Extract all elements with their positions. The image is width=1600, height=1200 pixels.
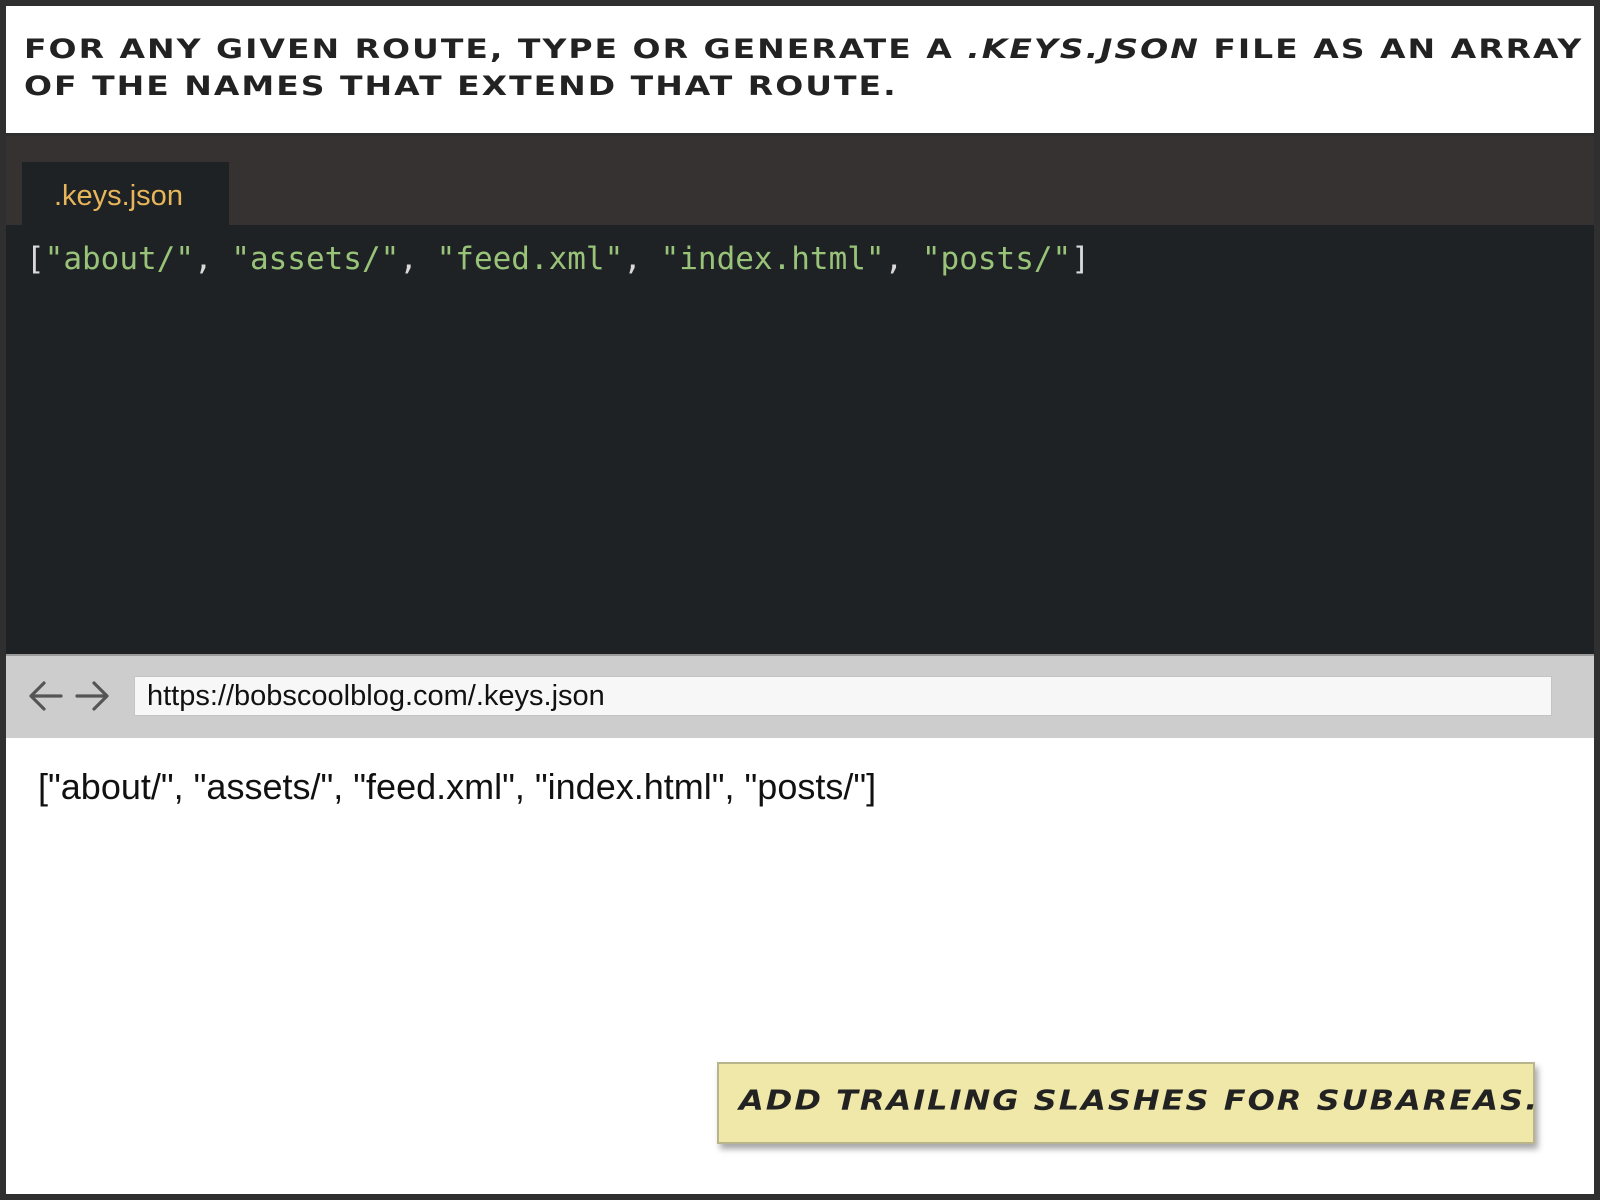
code-string: "posts/" — [921, 241, 1072, 277]
code-separator: , — [399, 241, 437, 277]
sticky-note: Add trailing slashes for subareas. — [717, 1062, 1537, 1144]
code-string: "feed.xml" — [436, 241, 624, 277]
browser-toolbar — [6, 654, 1594, 738]
code-string: "index.html" — [660, 241, 885, 277]
caption-emphasis: .keys.json — [967, 32, 1200, 65]
code-open-bracket: [ — [26, 241, 45, 277]
code-separator: , — [623, 241, 661, 277]
note-text: Add trailing slashes for subareas. — [739, 1084, 1540, 1117]
code-line[interactable]: ["about/", "assets/", "feed.xml", "index… — [26, 241, 1090, 277]
code-separator: , — [193, 241, 232, 277]
code-close-bracket: ] — [1071, 241, 1090, 277]
comic-panel: For any given route, type or generate a … — [6, 6, 1594, 1194]
caption-part-1: For any given route, type or generate a — [24, 32, 968, 65]
code-string: "about/" — [44, 241, 194, 277]
forward-button[interactable] — [72, 674, 112, 718]
caption-box: For any given route, type or generate a … — [6, 6, 1594, 136]
code-string: "assets/" — [231, 241, 400, 277]
caption-text: For any given route, type or generate a … — [24, 30, 1584, 104]
address-bar[interactable] — [134, 676, 1552, 716]
json-response: ["about/", "assets/", "feed.xml", "index… — [38, 766, 877, 807]
back-button[interactable] — [26, 674, 66, 718]
arrow-right-icon — [75, 681, 109, 711]
tab-keys-json[interactable]: .keys.json — [22, 162, 229, 225]
code-separator: , — [884, 241, 922, 277]
arrow-left-icon — [29, 681, 63, 711]
tab-label: .keys.json — [54, 180, 183, 212]
editor-tab-bar: .keys.json — [6, 136, 1594, 225]
code-editor: .keys.json ["about/", "assets/", "feed.x… — [6, 136, 1594, 654]
